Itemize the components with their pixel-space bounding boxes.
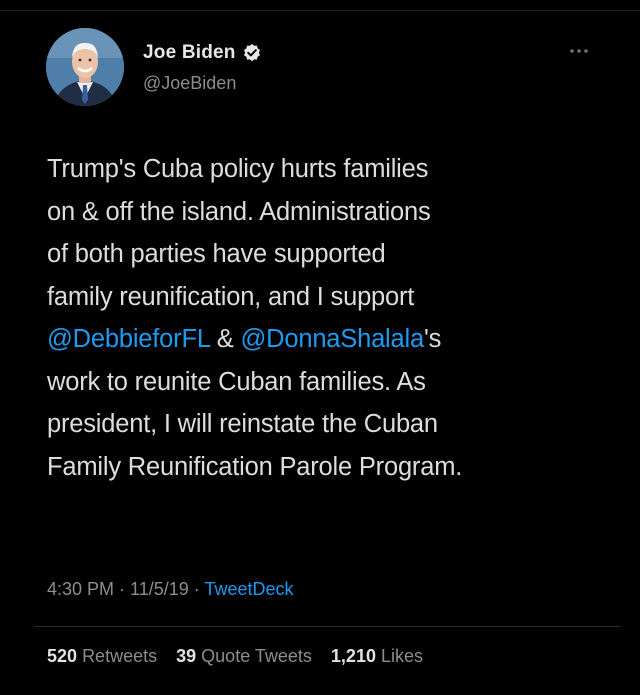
tweet-line: on & off the island. Administrations bbox=[47, 197, 431, 226]
tweet-text: Trump's Cuba policy hurts families on & … bbox=[47, 148, 607, 488]
stats-divider bbox=[34, 626, 620, 627]
mention-suffix: 's bbox=[423, 325, 442, 353]
author-handle[interactable]: @JoeBiden bbox=[143, 73, 236, 94]
tweet-line: of both parties have supported bbox=[47, 240, 386, 268]
meta-separator: · bbox=[114, 579, 131, 599]
top-divider bbox=[0, 10, 640, 11]
likes-label: Likes bbox=[380, 646, 424, 666]
tweet-line-mentions: @DebbieforFL & @DonnaShalala's bbox=[47, 318, 607, 361]
author-name-row[interactable]: Joe Biden bbox=[143, 42, 262, 64]
retweets-label: Retweets bbox=[82, 646, 158, 666]
likes-count: 1,210 bbox=[330, 646, 376, 666]
verified-badge-icon bbox=[242, 43, 262, 63]
retweets-stat[interactable]: 520 Retweets bbox=[47, 646, 157, 666]
meta-separator: · bbox=[188, 579, 205, 599]
tweet-time[interactable]: 4:30 PM bbox=[47, 579, 114, 599]
tweet-date[interactable]: 11/5/19 bbox=[130, 579, 189, 599]
tweet-source-link[interactable]: TweetDeck bbox=[204, 579, 293, 599]
retweets-count: 520 bbox=[47, 646, 78, 666]
user-avatar-photo bbox=[46, 28, 124, 106]
likes-stat[interactable]: 1,210 Likes bbox=[331, 646, 423, 666]
more-options-icon[interactable] bbox=[565, 42, 593, 60]
tweet-line: president, I will reinstate the Cuban bbox=[47, 410, 438, 438]
tweet-meta: 4:30 PM · 11/5/19 · TweetDeck bbox=[47, 579, 294, 600]
tweet-line: Family Reunification Parole Program. bbox=[47, 452, 463, 481]
avatar[interactable] bbox=[46, 28, 124, 106]
display-name[interactable]: Joe Biden bbox=[143, 42, 236, 64]
quote-tweets-label: Quote Tweets bbox=[201, 646, 312, 666]
mention-separator: & bbox=[209, 325, 241, 353]
tweet-line: family reunification, and I support bbox=[47, 282, 415, 311]
mention-link-donnashalala[interactable]: @DonnaShalala bbox=[240, 325, 424, 353]
tweet-line: Trump's Cuba policy hurts families bbox=[47, 155, 429, 183]
mention-link-debbieforfl[interactable]: @DebbieforFL bbox=[47, 325, 210, 353]
quote-tweets-stat[interactable]: 39 Quote Tweets bbox=[176, 646, 312, 666]
tweet-stats: 520 Retweets 39 Quote Tweets 1,210 Likes bbox=[47, 646, 437, 667]
tweet-line: work to reunite Cuban families. As bbox=[47, 367, 426, 396]
quote-tweets-count: 39 bbox=[176, 646, 197, 666]
